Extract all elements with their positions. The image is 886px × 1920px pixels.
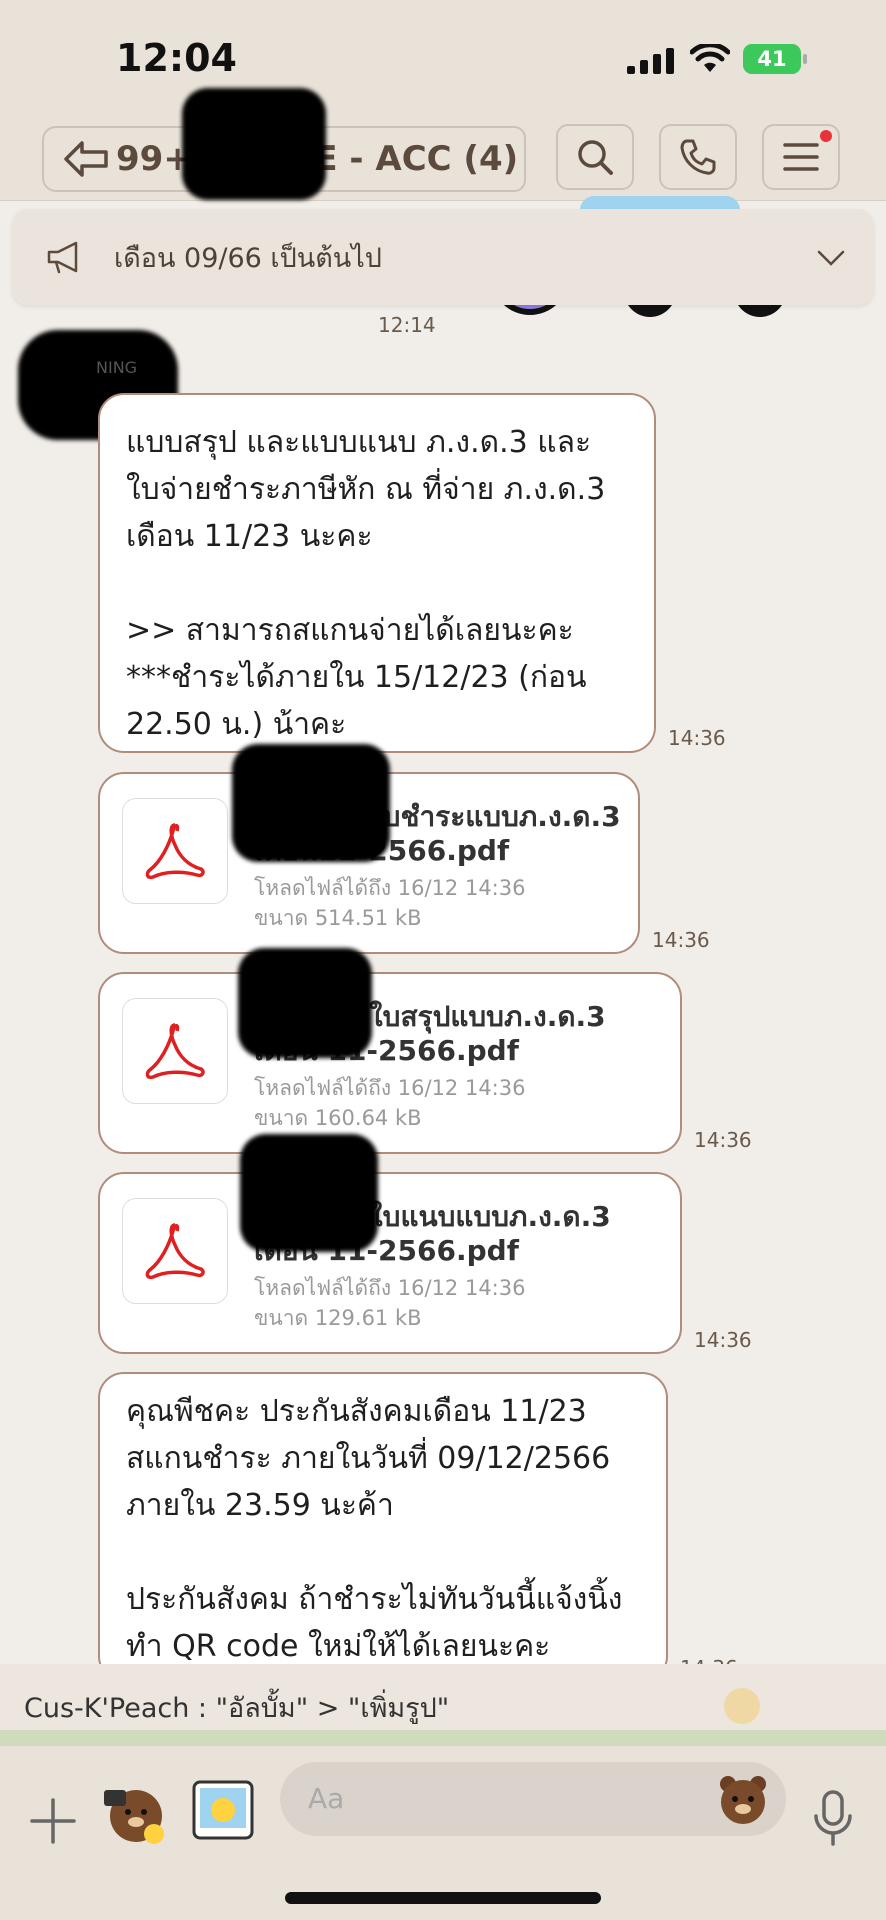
call-button[interactable]	[659, 124, 737, 190]
chat-header: 99+ UNSE - ACC (4)	[0, 88, 886, 201]
pdf-file-icon	[122, 998, 228, 1104]
announcement-text: เดือน 09/66 เป็นต้นไป	[114, 242, 382, 274]
redaction-mark	[232, 744, 390, 862]
message-bubble[interactable]: คุณพีชคะ ประกันสังคมเดือน 11/23 สแกนชำระ…	[98, 1372, 668, 1682]
message-bubble[interactable]: แบบสรุป และแบบแนบ ภ.ง.ด.3 และ ใบจ่ายชำระ…	[98, 393, 656, 753]
announcement-bar[interactable]: เดือน 09/66 เป็นต้นไป	[12, 209, 874, 305]
menu-button[interactable]	[762, 124, 840, 190]
battery-level: 41	[757, 47, 787, 71]
file-expiry: โหลดไฟล์ได้ถึง 16/12 14:36	[254, 1076, 526, 1100]
file-attachment[interactable]: Munse-ใบสรุปแบบภ.ง.ด.3 เดือน 11-2566.pdf…	[98, 972, 682, 1154]
megaphone-icon	[47, 241, 78, 274]
message-timestamp: 12:14	[378, 313, 436, 337]
brown-bear-camera-sticker-icon[interactable]	[100, 1780, 168, 1848]
file-attachment[interactable]: Munse-ใบแนบแบบภ.ง.ด.3 เดือน 11-2566.pdf …	[98, 1172, 682, 1354]
message-timestamp: 14:36	[694, 1328, 752, 1352]
redaction-mark	[182, 88, 326, 200]
plus-icon[interactable]	[28, 1796, 78, 1846]
redaction-mark	[240, 1134, 378, 1252]
sender-name: NING	[96, 358, 138, 377]
quick-hint-text: Cus-K'Peach : "อัลบั้ม" > "เพิ่มรูป"	[24, 1693, 450, 1724]
file-size: ขนาด 514.51 kB	[254, 906, 422, 930]
wifi-icon	[690, 44, 730, 72]
battery-indicator: 41	[743, 44, 807, 74]
status-bar: 12:04 41	[0, 0, 886, 118]
microphone-icon[interactable]	[812, 1790, 854, 1846]
clock: 12:04	[116, 36, 237, 80]
signal-icon	[627, 48, 674, 74]
message-text: แบบสรุป และแบบแนบ ภ.ง.ด.3 และ ใบจ่ายชำระ…	[126, 425, 606, 742]
pdf-file-icon	[122, 1198, 228, 1304]
file-size: ขนาด 129.61 kB	[254, 1306, 422, 1330]
menu-icon	[783, 143, 819, 171]
photo-gallery-icon[interactable]	[190, 1776, 258, 1844]
emoji-bear-icon[interactable]	[716, 1772, 770, 1826]
file-expiry: โหลดไฟล์ได้ถึง 16/12 14:36	[254, 1276, 526, 1300]
phone-icon	[680, 139, 716, 175]
redaction-mark	[238, 948, 372, 1058]
back-arrow-icon	[64, 141, 108, 177]
message-timestamp: 14:36	[694, 1128, 752, 1152]
file-expiry: โหลดไฟล์ได้ถึง 16/12 14:36	[254, 876, 526, 900]
home-indicator[interactable]	[285, 1892, 601, 1904]
message-timestamp: 14:36	[652, 928, 710, 952]
quick-hint-bar[interactable]: Cus-K'Peach : "อัลบั้ม" > "เพิ่มรูป"	[0, 1664, 886, 1748]
pdf-file-icon	[122, 798, 228, 904]
message-text: คุณพีชคะ ประกันสังคมเดือน 11/23 สแกนชำระ…	[126, 1394, 623, 1664]
input-placeholder: Aa	[308, 1782, 345, 1815]
message-input[interactable]: Aa	[280, 1762, 786, 1836]
sticker-character-icon	[724, 1688, 760, 1724]
file-size: ขนาด 160.64 kB	[254, 1106, 422, 1130]
search-icon	[578, 140, 613, 175]
message-timestamp: 14:36	[668, 726, 726, 750]
chevron-down-icon[interactable]	[816, 249, 846, 267]
notification-dot	[820, 130, 832, 142]
unread-count: 99+	[116, 139, 192, 179]
search-button[interactable]	[556, 124, 634, 190]
